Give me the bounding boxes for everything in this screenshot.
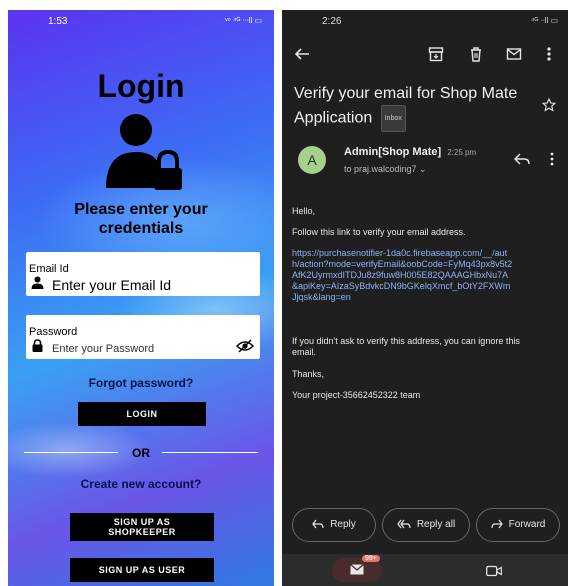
subtitle-line-1: Please enter your xyxy=(74,201,208,218)
reply-all-label: Reply all xyxy=(416,519,456,530)
unread-count-badge: 99+ xyxy=(362,555,380,562)
subtitle-line-2: credentials xyxy=(98,220,184,237)
signup-shopkeeper-line-1: SIGN UP AS xyxy=(113,517,171,527)
status-icons: ⁴ᴳ ᐧᐧll ▭ xyxy=(530,16,558,25)
delete-icon[interactable] xyxy=(468,46,484,62)
bottom-nav: 99+ xyxy=(282,554,568,586)
body-instruction: Follow this link to verify your email ad… xyxy=(292,227,466,237)
status-time: 1:53 xyxy=(48,16,68,27)
person-icon xyxy=(31,276,44,289)
login-subtitle: Please enter your credentials xyxy=(8,200,274,238)
video-call-icon[interactable] xyxy=(486,565,502,577)
status-bar: 2:26 ⁴ᴳ ᐧᐧll ▭ xyxy=(282,10,568,32)
password-label: Password xyxy=(29,326,78,338)
password-field[interactable]: Password Enter your Password xyxy=(26,315,260,359)
status-icons: ᵛᵒ ⁴ᴳ ᐧᐧᐧll ▭ xyxy=(225,16,262,25)
signup-shopkeeper-line-2: SHOPKEEPER xyxy=(108,527,176,537)
inbox-label-chip[interactable]: Inbox xyxy=(380,105,406,132)
user-lock-icon xyxy=(106,114,182,190)
body-disclaimer: If you didn't ask to verify this address… xyxy=(292,336,520,357)
reply-icon xyxy=(312,519,324,529)
mail-icon xyxy=(350,564,364,575)
body-signature: Your project-35662452322 team xyxy=(292,390,421,400)
overflow-menu-icon[interactable] xyxy=(546,46,552,62)
eye-off-icon[interactable] xyxy=(236,339,254,353)
create-account-link[interactable]: Create new account? xyxy=(8,477,274,491)
divider-right xyxy=(162,452,258,453)
forward-label: Forward xyxy=(508,519,546,530)
sender-line: Admin[Shop Mate] 2:25 pm xyxy=(344,146,476,158)
login-button[interactable]: LOGIN xyxy=(78,402,206,426)
sender-avatar[interactable]: A xyxy=(298,146,326,174)
body-thanks: Thanks, xyxy=(292,369,325,379)
mark-unread-icon[interactable] xyxy=(506,46,522,62)
verify-link[interactable]: https://purchasenotifier-1da0c.firebasea… xyxy=(292,248,514,303)
signup-user-button[interactable]: SIGN UP AS USER xyxy=(70,558,214,582)
forward-button[interactable]: Forward xyxy=(476,508,560,542)
reply-all-icon xyxy=(397,519,411,529)
email-screen: 2:26 ⁴ᴳ ᐧᐧll ▭ Verify your email for Sho… xyxy=(282,10,568,586)
login-screen: 1:53 ᵛᵒ ⁴ᴳ ᐧᐧᐧll ▭ Login Please enter yo… xyxy=(8,10,274,586)
or-text: OR xyxy=(132,446,150,460)
recipient-details[interactable]: to praj.walcoding7 ⌄ xyxy=(344,164,427,175)
lock-icon xyxy=(32,339,43,352)
screenshot-root: 1:53 ᵛᵒ ⁴ᴳ ᐧᐧᐧll ▭ Login Please enter yo… xyxy=(0,0,568,586)
sent-time: 2:25 pm xyxy=(447,148,477,157)
reply-button[interactable]: Reply xyxy=(292,508,376,542)
archive-icon[interactable] xyxy=(428,46,444,62)
forward-icon xyxy=(491,519,503,529)
forgot-password-link[interactable]: Forgot password? xyxy=(8,376,274,390)
status-bar: 1:53 ᵛᵒ ⁴ᴳ ᐧᐧᐧll ▭ xyxy=(8,10,274,32)
page-title: Login xyxy=(97,68,185,104)
status-time: 2:26 xyxy=(322,16,342,27)
password-input[interactable]: Enter your Password xyxy=(52,343,154,355)
reply-icon[interactable] xyxy=(514,152,530,166)
reply-label: Reply xyxy=(330,519,356,530)
email-subject: Verify your email for Shop Mate Applicat… xyxy=(294,82,534,132)
body-greeting: Hello, xyxy=(292,206,316,216)
back-arrow-icon[interactable] xyxy=(294,46,310,62)
sender-name: Admin[Shop Mate] xyxy=(344,146,442,158)
star-icon[interactable] xyxy=(542,98,556,112)
email-input[interactable]: Enter your Email Id xyxy=(52,277,171,293)
signup-shopkeeper-button[interactable]: SIGN UP AS SHOPKEEPER xyxy=(70,513,214,541)
more-options-icon[interactable] xyxy=(550,152,554,166)
email-field[interactable]: Email Id Enter your Email Id xyxy=(26,252,260,296)
email-label: Email Id xyxy=(29,263,69,275)
reply-all-button[interactable]: Reply all xyxy=(382,508,470,542)
